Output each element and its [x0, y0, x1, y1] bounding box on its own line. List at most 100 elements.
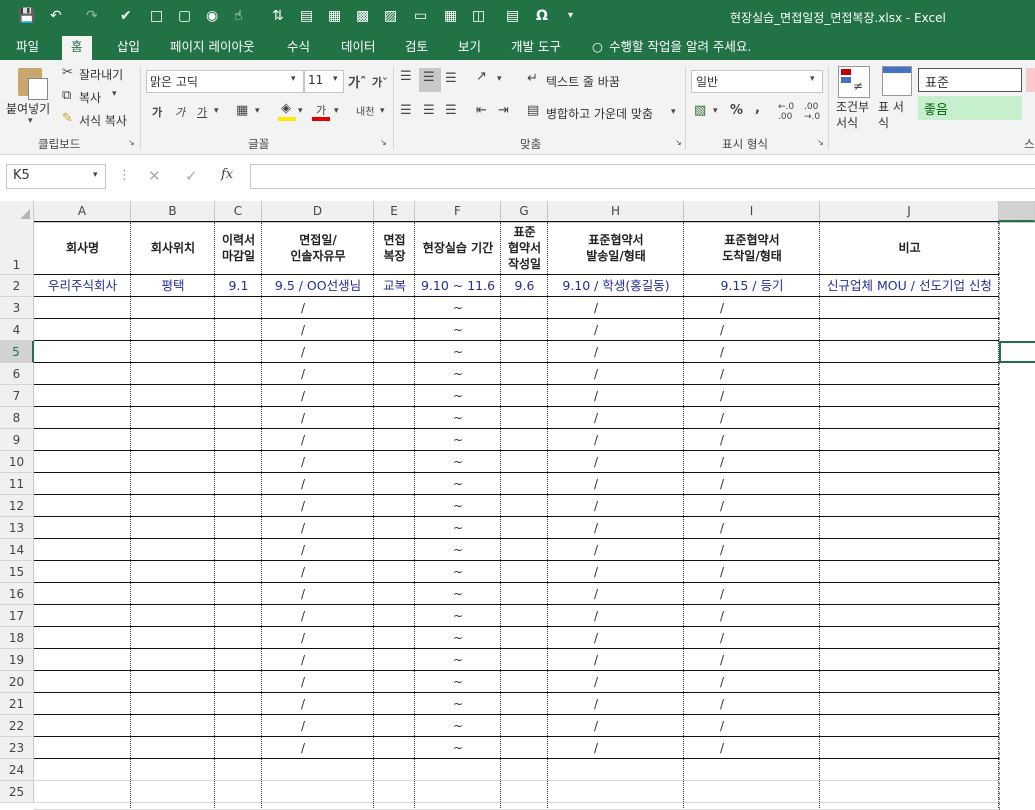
- cut-button[interactable]: 잘라내기: [79, 66, 123, 83]
- template-mark-f18[interactable]: ~: [415, 627, 501, 649]
- font-launcher-icon[interactable]: ↘: [380, 138, 387, 147]
- template-mark-i20[interactable]: /: [684, 671, 820, 693]
- row-header-17[interactable]: 17: [0, 605, 34, 627]
- template-mark-h16[interactable]: /: [548, 583, 684, 605]
- template-mark-f11[interactable]: ~: [415, 473, 501, 495]
- template-mark-i11[interactable]: /: [684, 473, 820, 495]
- style-good[interactable]: 좋음: [918, 96, 1022, 120]
- row-header-7[interactable]: 7: [0, 385, 34, 407]
- bold-button[interactable]: 가: [152, 104, 162, 120]
- template-mark-i4[interactable]: /: [684, 319, 820, 341]
- tab-home[interactable]: 홈: [62, 36, 92, 60]
- template-mark-d15[interactable]: /: [262, 561, 374, 583]
- clipboard-launcher-icon[interactable]: ↘: [128, 138, 135, 147]
- template-mark-h20[interactable]: /: [548, 671, 684, 693]
- percent-button[interactable]: %: [730, 103, 743, 118]
- formula-input[interactable]: [250, 164, 1035, 189]
- row-header-15[interactable]: 15: [0, 561, 34, 583]
- template-mark-i15[interactable]: /: [684, 561, 820, 583]
- template-mark-h22[interactable]: /: [548, 715, 684, 737]
- increase-indent-icon[interactable]: ⇥: [498, 103, 509, 118]
- font-name-box[interactable]: 맑은 고딕 ▾: [146, 70, 304, 93]
- template-mark-d10[interactable]: /: [262, 451, 374, 473]
- row-header-14[interactable]: 14: [0, 539, 34, 561]
- template-mark-d19[interactable]: /: [262, 649, 374, 671]
- paste-label[interactable]: 붙여넣기: [6, 100, 50, 117]
- template-mark-d22[interactable]: /: [262, 715, 374, 737]
- template-mark-i16[interactable]: /: [684, 583, 820, 605]
- align-bottom-icon[interactable]: ☰: [445, 71, 457, 86]
- paste-dropdown-icon[interactable]: ▾: [28, 116, 33, 126]
- header-company-location[interactable]: 회사위치: [131, 222, 215, 274]
- form-icon[interactable]: ▤: [300, 7, 313, 25]
- tab-review[interactable]: 검토: [405, 38, 428, 56]
- number-launcher-icon[interactable]: ↘: [817, 138, 824, 147]
- conditional-format-button[interactable]: 조건부 서식: [836, 99, 870, 131]
- template-mark-f8[interactable]: ~: [415, 407, 501, 429]
- template-mark-d21[interactable]: /: [262, 693, 374, 715]
- phonetic-button[interactable]: 내천: [356, 103, 374, 118]
- cancel-icon[interactable]: ✕: [148, 167, 161, 185]
- number-format-box[interactable]: 일반 ▾: [691, 70, 823, 93]
- template-mark-f19[interactable]: ~: [415, 649, 501, 671]
- selected-cell-k5[interactable]: [999, 341, 1035, 363]
- template-mark-i10[interactable]: /: [684, 451, 820, 473]
- cell-agreement-date[interactable]: 9.6: [501, 275, 548, 297]
- template-mark-i9[interactable]: /: [684, 429, 820, 451]
- template-mark-i7[interactable]: /: [684, 385, 820, 407]
- template-mark-f10[interactable]: ~: [415, 451, 501, 473]
- template-mark-h10[interactable]: /: [548, 451, 684, 473]
- customize-qat-icon[interactable]: ▾: [568, 7, 573, 25]
- tab-insert[interactable]: 삽입: [117, 38, 140, 56]
- copy-dropdown-icon[interactable]: ▾: [112, 89, 117, 99]
- column-header-h[interactable]: H: [548, 201, 684, 222]
- tab-file[interactable]: 파일: [16, 38, 39, 56]
- template-mark-f9[interactable]: ~: [415, 429, 501, 451]
- phonetic-dropdown-icon[interactable]: ▾: [380, 106, 385, 116]
- table-insert-icon[interactable]: ▦: [444, 7, 457, 25]
- tab-page-layout[interactable]: 페이지 레이아웃: [170, 38, 254, 56]
- header-agreement-date[interactable]: 표준 협약서 작성일: [501, 222, 548, 274]
- template-mark-f13[interactable]: ~: [415, 517, 501, 539]
- paste-icon[interactable]: ◫: [472, 7, 485, 25]
- row-header-1[interactable]: 1: [0, 222, 34, 275]
- cell-practicum-period[interactable]: 9.10 ~ 11.6: [415, 275, 501, 297]
- undo-icon[interactable]: ↶: [50, 7, 62, 25]
- template-mark-f7[interactable]: ~: [415, 385, 501, 407]
- column-header-d[interactable]: D: [262, 201, 374, 222]
- copy-button[interactable]: 복사: [79, 89, 101, 106]
- template-mark-h11[interactable]: /: [548, 473, 684, 495]
- align-right-icon[interactable]: ☰: [445, 103, 457, 118]
- template-mark-h3[interactable]: /: [548, 297, 684, 319]
- column-header-c[interactable]: C: [215, 201, 262, 222]
- template-mark-i23[interactable]: /: [684, 737, 820, 759]
- underline-button[interactable]: 가: [197, 104, 207, 120]
- template-mark-f15[interactable]: ~: [415, 561, 501, 583]
- header-interview-date[interactable]: 면접일/ 인솔자유무: [262, 222, 374, 274]
- template-mark-h6[interactable]: /: [548, 363, 684, 385]
- row-header-25[interactable]: 25: [0, 781, 34, 803]
- orientation-icon[interactable]: ↗: [476, 69, 487, 84]
- template-mark-i19[interactable]: /: [684, 649, 820, 671]
- template-mark-i17[interactable]: /: [684, 605, 820, 627]
- header-agreement-received[interactable]: 표준협약서 도착일/형태: [684, 222, 820, 274]
- template-mark-i13[interactable]: /: [684, 517, 820, 539]
- template-mark-i3[interactable]: /: [684, 297, 820, 319]
- template-mark-h23[interactable]: /: [548, 737, 684, 759]
- template-mark-d14[interactable]: /: [262, 539, 374, 561]
- symbol-icon[interactable]: Ω: [536, 7, 548, 25]
- decrease-decimal-icon[interactable]: .00 →.0: [804, 102, 820, 122]
- column-header-f[interactable]: F: [415, 201, 501, 222]
- border-icon[interactable]: ▤: [506, 7, 519, 25]
- template-mark-h18[interactable]: /: [548, 627, 684, 649]
- template-mark-h13[interactable]: /: [548, 517, 684, 539]
- row-header-2[interactable]: 2: [0, 275, 34, 297]
- merge-dropdown-icon[interactable]: ▾: [671, 107, 676, 117]
- row-header-18[interactable]: 18: [0, 627, 34, 649]
- sort-icon[interactable]: ⇅: [272, 7, 284, 25]
- window-icon[interactable]: ▭: [414, 7, 427, 25]
- template-mark-h14[interactable]: /: [548, 539, 684, 561]
- currency-icon[interactable]: ▧: [694, 103, 706, 118]
- row-header-13[interactable]: 13: [0, 517, 34, 539]
- template-mark-d8[interactable]: /: [262, 407, 374, 429]
